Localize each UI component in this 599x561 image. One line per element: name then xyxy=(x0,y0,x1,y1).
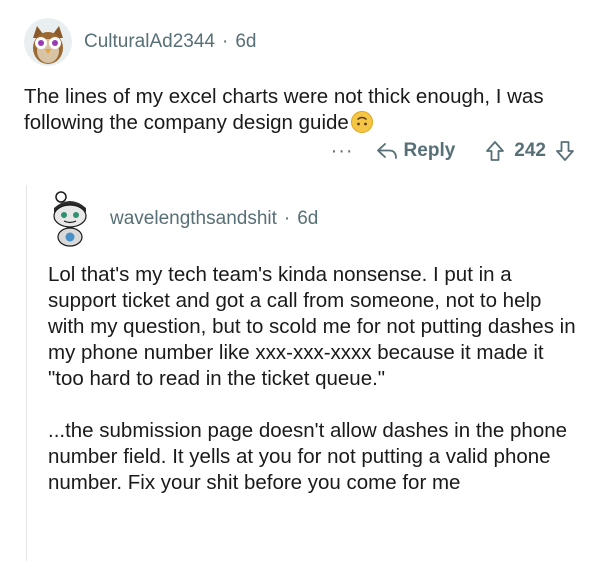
reply-button[interactable]: Reply xyxy=(376,140,456,162)
parent-age[interactable]: 6d xyxy=(235,31,256,53)
parent-comment-text: The lines of my excel charts were not th… xyxy=(24,85,544,134)
reply-paragraph-2: ...the submission page doesn't allow das… xyxy=(48,419,568,494)
reply-arrow-icon xyxy=(376,143,397,159)
reply-username[interactable]: wavelengthsandshit xyxy=(110,208,277,230)
comment-action-bar: ··· Reply 242 xyxy=(331,140,575,162)
parent-comment-body: The lines of my excel charts were not th… xyxy=(24,84,584,136)
vote-count: 242 xyxy=(514,140,546,161)
upside-down-face-emoji-icon xyxy=(350,111,373,133)
reply-comment-body: Lol that's my tech team's kinda nonsense… xyxy=(48,262,576,496)
parent-username[interactable]: CulturalAd2344 xyxy=(84,31,215,53)
meta-separator: · xyxy=(221,31,229,52)
downvote-arrow-icon[interactable] xyxy=(555,140,575,162)
thread-line[interactable] xyxy=(26,185,27,561)
reply-avatar[interactable] xyxy=(44,190,96,248)
more-options-button[interactable]: ··· xyxy=(331,141,354,161)
reply-comment-header: wavelengthsandshit · 6d xyxy=(44,190,318,248)
reply-age[interactable]: 6d xyxy=(297,208,318,230)
vote-controls: 242 xyxy=(485,140,575,162)
meta-separator: · xyxy=(283,208,291,229)
owl-avatar-icon xyxy=(24,18,72,66)
reply-label: Reply xyxy=(403,140,456,161)
reply-paragraph-1: Lol that's my tech team's kinda nonsense… xyxy=(48,263,576,390)
parent-comment-header: CulturalAd2344 · 6d xyxy=(24,18,256,66)
snoo-avatar-icon xyxy=(45,191,95,247)
parent-avatar[interactable] xyxy=(24,18,72,66)
upvote-arrow-icon[interactable] xyxy=(485,140,505,162)
